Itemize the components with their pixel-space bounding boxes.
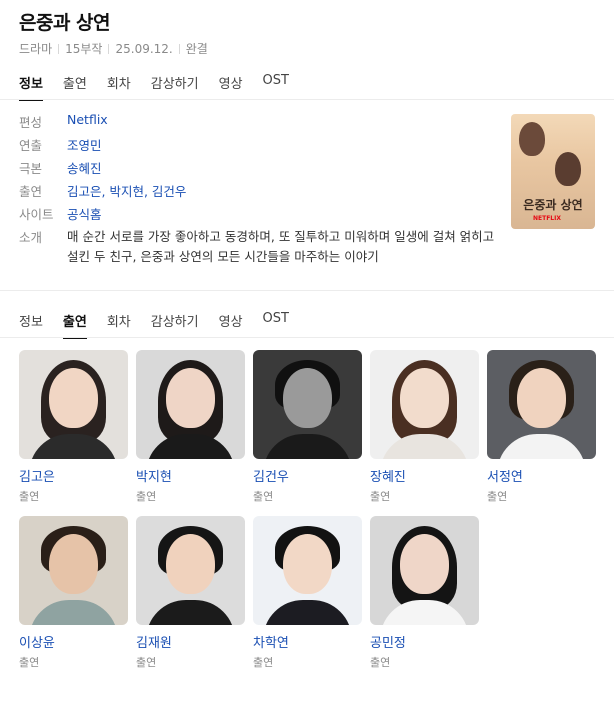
- network-label: 편성: [19, 115, 43, 130]
- cast-card[interactable]: 김건우 출연: [253, 350, 362, 504]
- meta-separator: [108, 43, 110, 54]
- cast-card[interactable]: 박지현 출연: [136, 350, 245, 504]
- tab-info[interactable]: 정보: [19, 311, 43, 339]
- cast-photo[interactable]: [487, 350, 596, 459]
- info-row-network: 편성 Netflix: [19, 112, 499, 135]
- poster-image[interactable]: 은중과 상연 NETFLIX: [511, 114, 595, 229]
- cast-name[interactable]: 이상윤: [19, 632, 128, 651]
- info-row-site: 사이트 공식홈: [19, 204, 499, 227]
- cast-role: 출연: [370, 656, 391, 669]
- tab-ost[interactable]: OST: [263, 73, 289, 101]
- cast-role: 출연: [136, 490, 157, 503]
- status-text: 완결: [185, 42, 208, 56]
- cast-role: 출연: [136, 656, 157, 669]
- episodes-text: 15부작: [65, 42, 103, 56]
- info-row-cast: 출연 김고은, 박지현, 김건우: [19, 181, 499, 204]
- cast-photo[interactable]: [19, 350, 128, 459]
- official-site-link[interactable]: 공식홈: [67, 204, 102, 223]
- tab-divider: [0, 337, 614, 338]
- cast-card[interactable]: 서정연 출연: [487, 350, 596, 504]
- top-tab-bar: 정보 출연 회차 감상하기 영상 OST: [19, 73, 309, 101]
- synopsis-text: 매 순간 서로를 가장 좋아하고 동경하며, 또 질투하고 미워하며 일생에 걸…: [67, 229, 495, 264]
- cast-card[interactable]: 공민정 출연: [370, 516, 479, 670]
- cast-label: 출연: [19, 184, 43, 199]
- date-text: 25.09.12.: [115, 41, 173, 56]
- tab-ost[interactable]: OST: [263, 311, 289, 339]
- tab-video[interactable]: 영상: [219, 73, 243, 101]
- cast-card[interactable]: 차학연 출연: [253, 516, 362, 670]
- writer-label: 극본: [19, 161, 43, 176]
- tab-info[interactable]: 정보: [19, 73, 43, 101]
- site-label: 사이트: [19, 207, 54, 222]
- cast-role: 출연: [19, 656, 40, 669]
- synopsis-label: 소개: [19, 230, 43, 245]
- meta-separator: [58, 43, 60, 54]
- cast-name[interactable]: 김건우: [253, 466, 362, 485]
- cast-photo[interactable]: [370, 350, 479, 459]
- director-link[interactable]: 조영민: [67, 135, 102, 154]
- tab-watch[interactable]: 감상하기: [151, 73, 199, 101]
- cast-photo[interactable]: [253, 350, 362, 459]
- section-divider: [0, 290, 614, 291]
- tab-episodes[interactable]: 회차: [107, 73, 131, 101]
- cast-photo[interactable]: [253, 516, 362, 625]
- tab-cast[interactable]: 출연: [63, 73, 87, 101]
- cast-name[interactable]: 박지현: [136, 466, 245, 485]
- cast-photo[interactable]: [136, 350, 245, 459]
- cast-name[interactable]: 차학연: [253, 632, 362, 651]
- cast-role: 출연: [487, 490, 508, 503]
- poster-brand: NETFLIX: [533, 215, 561, 222]
- cast-role: 출연: [253, 490, 274, 503]
- cast-card[interactable]: 이상윤 출연: [19, 516, 128, 670]
- cast-name[interactable]: 김고은: [19, 466, 128, 485]
- meta-line: 드라마 15부작 25.09.12. 완결: [19, 40, 208, 57]
- poster-title: 은중과 상연: [523, 198, 583, 212]
- cast-card[interactable]: 김재원 출연: [136, 516, 245, 670]
- tab-divider: [0, 99, 614, 100]
- tab-episodes[interactable]: 회차: [107, 311, 131, 339]
- cast-photo[interactable]: [370, 516, 479, 625]
- meta-separator: [178, 43, 180, 54]
- writer-link[interactable]: 송혜진: [67, 158, 102, 177]
- cast-name[interactable]: 서정연: [487, 466, 596, 485]
- cast-photo[interactable]: [19, 516, 128, 625]
- info-row-writer: 극본 송혜진: [19, 158, 499, 181]
- cast-role: 출연: [370, 490, 391, 503]
- cast-role: 출연: [253, 656, 274, 669]
- cast-name[interactable]: 김재원: [136, 632, 245, 651]
- poster-figure: [519, 122, 545, 156]
- cast-links[interactable]: 김고은, 박지현, 김건우: [67, 181, 186, 200]
- cast-name[interactable]: 공민정: [370, 632, 479, 651]
- info-row-synopsis: 소개 매 순간 서로를 가장 좋아하고 동경하며, 또 질투하고 미워하며 일생…: [19, 227, 499, 267]
- page-title[interactable]: 은중과 상연: [19, 8, 111, 35]
- cast-tab-bar: 정보 출연 회차 감상하기 영상 OST: [19, 311, 309, 339]
- network-link[interactable]: Netflix: [67, 112, 108, 127]
- info-row-director: 연출 조영민: [19, 135, 499, 158]
- cast-name[interactable]: 장혜진: [370, 466, 479, 485]
- poster-figure: [555, 152, 581, 186]
- cast-photo[interactable]: [136, 516, 245, 625]
- tab-cast[interactable]: 출연: [62, 311, 87, 339]
- cast-card[interactable]: 장혜진 출연: [370, 350, 479, 504]
- tab-video[interactable]: 영상: [219, 311, 243, 339]
- cast-role: 출연: [19, 490, 40, 503]
- cast-card[interactable]: 김고은 출연: [19, 350, 128, 504]
- info-table: 편성 Netflix 연출 조영민 극본 송혜진 출연 김고은, 박지현, 김건…: [19, 112, 499, 267]
- director-label: 연출: [19, 138, 43, 153]
- tab-watch[interactable]: 감상하기: [151, 311, 199, 339]
- genre-text: 드라마: [19, 42, 53, 56]
